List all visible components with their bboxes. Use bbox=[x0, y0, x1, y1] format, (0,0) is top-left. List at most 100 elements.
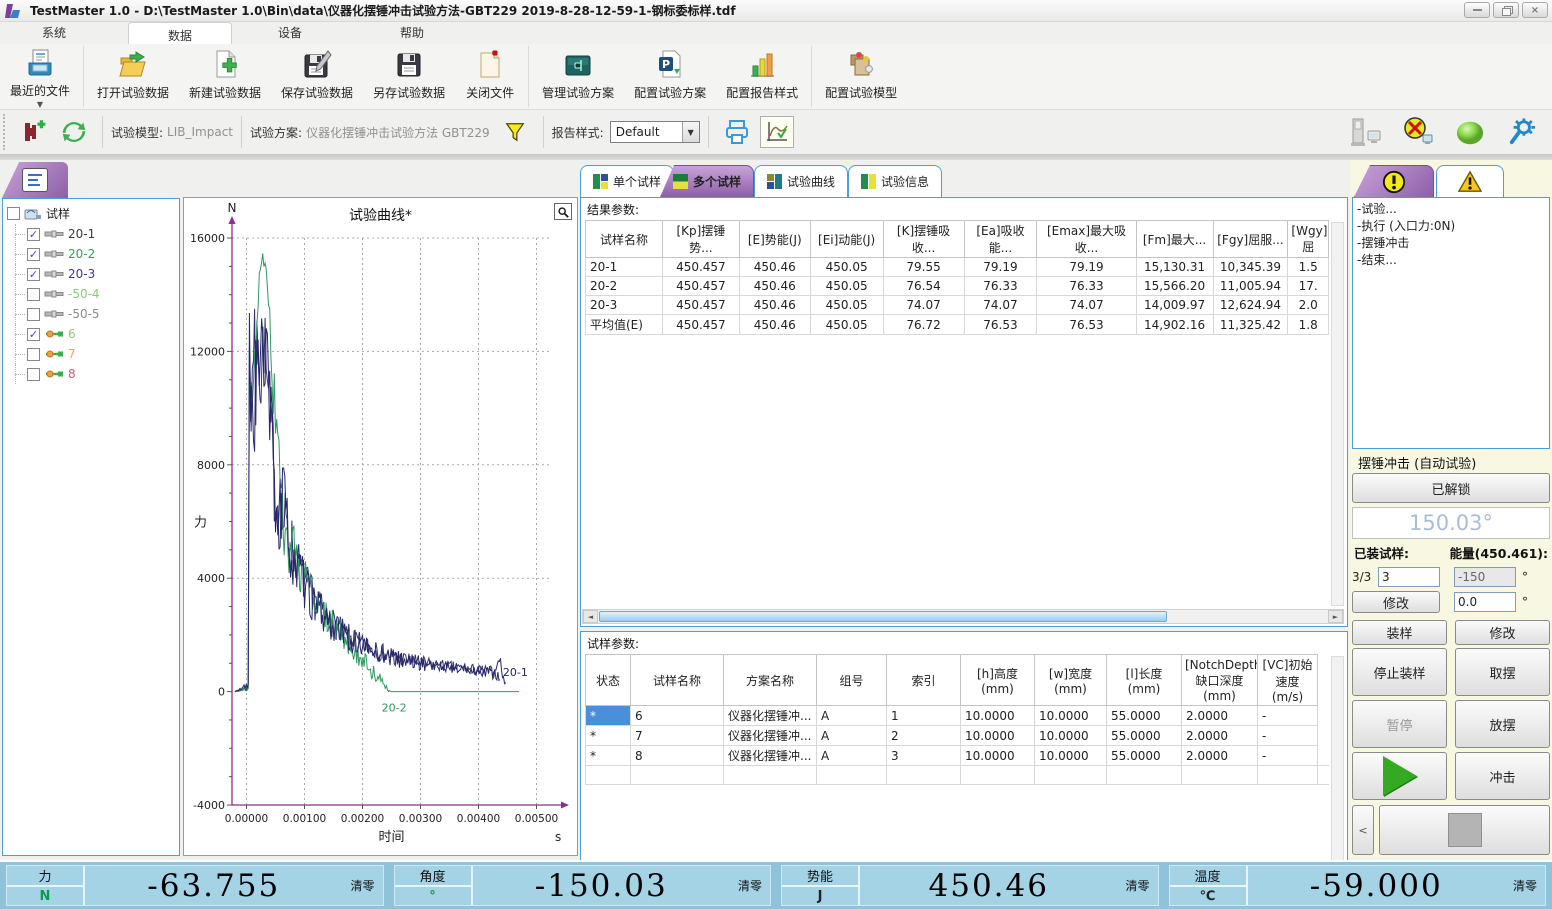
table-cell[interactable]: 76.33 bbox=[964, 277, 1037, 296]
table-cell[interactable]: 2.0 bbox=[1288, 296, 1329, 315]
menu-item-1[interactable]: 系统 bbox=[28, 21, 80, 44]
table-cell[interactable]: 450.46 bbox=[739, 296, 810, 315]
scroll-left-icon[interactable]: ◄ bbox=[583, 610, 598, 623]
column-header[interactable]: [Emax]最大吸收... bbox=[1037, 221, 1136, 258]
tab-messages[interactable] bbox=[1354, 165, 1434, 197]
unlock-button[interactable]: 已解锁 bbox=[1352, 473, 1550, 503]
table-cell[interactable]: 20-1 bbox=[586, 258, 663, 277]
table-cell[interactable]: 450.05 bbox=[810, 296, 883, 315]
angle-input[interactable]: 0.0 bbox=[1454, 592, 1516, 612]
table-cell[interactable]: 79.55 bbox=[883, 258, 964, 277]
column-header[interactable]: 试样名称 bbox=[586, 221, 663, 258]
column-header[interactable]: [Ei]动能(J) bbox=[810, 221, 883, 258]
tree-root[interactable]: 试样 bbox=[5, 203, 177, 224]
chart-tool-button[interactable] bbox=[554, 203, 572, 220]
table-cell[interactable]: 74.07 bbox=[1037, 296, 1136, 315]
clear-button[interactable]: 清零 bbox=[730, 866, 770, 905]
menu-item-4[interactable]: 帮助 bbox=[386, 21, 438, 44]
table-cell[interactable]: 450.46 bbox=[739, 277, 810, 296]
column-header[interactable]: 方案名称 bbox=[724, 655, 817, 706]
curve-settings-icon[interactable] bbox=[760, 116, 794, 148]
tree-item-8[interactable]: 8 bbox=[5, 364, 177, 384]
table-cell[interactable]: - bbox=[1258, 706, 1318, 726]
table-row[interactable]: *7仪器化摆锤冲...A210.000010.000055.00002.0000… bbox=[586, 726, 1330, 746]
table-cell[interactable]: 1.5 bbox=[1288, 258, 1329, 277]
table-cell[interactable]: 仪器化摆锤冲... bbox=[724, 706, 817, 726]
column-header[interactable]: [Fm]最大... bbox=[1136, 221, 1213, 258]
table-cell[interactable]: 10.0000 bbox=[961, 706, 1035, 726]
menu-item-2[interactable]: 数据 bbox=[128, 22, 232, 44]
table-cell[interactable]: 79.19 bbox=[1037, 258, 1136, 277]
table-row[interactable]: *8仪器化摆锤冲...A310.000010.000055.00002.0000… bbox=[586, 746, 1330, 766]
column-header[interactable]: 索引 bbox=[887, 655, 961, 706]
toolbar-button-manage-scheme[interactable]: 管理试验方案 bbox=[532, 44, 624, 109]
table-cell[interactable]: 20-2 bbox=[586, 277, 663, 296]
column-header[interactable]: [Wgy]屈 bbox=[1288, 221, 1329, 258]
column-header[interactable]: [NotchDepth]缺口深度 (mm) bbox=[1182, 655, 1258, 706]
table-cell[interactable]: 74.07 bbox=[964, 296, 1037, 315]
column-header[interactable]: [l]长度(mm) bbox=[1107, 655, 1182, 706]
tree-tab[interactable] bbox=[2, 162, 68, 198]
table-cell[interactable]: - bbox=[1258, 726, 1318, 746]
tree-item-checkbox[interactable]: ✓ bbox=[27, 248, 40, 261]
table-cell[interactable]: 76.53 bbox=[1037, 315, 1136, 335]
table-cell[interactable]: 10.0000 bbox=[1035, 726, 1107, 746]
table-cell[interactable]: 11,325.42 bbox=[1213, 315, 1288, 335]
stop-button[interactable] bbox=[1379, 805, 1550, 855]
settings-search-icon[interactable] bbox=[1505, 116, 1539, 148]
table-cell[interactable]: 仪器化摆锤冲... bbox=[724, 726, 817, 746]
toolbar-button-save-as-data[interactable]: 另存试验数据 bbox=[363, 44, 455, 109]
table-cell[interactable]: 10.0000 bbox=[1035, 746, 1107, 766]
table-cell[interactable]: 450.457 bbox=[662, 296, 739, 315]
tree-item-checkbox[interactable] bbox=[27, 368, 40, 381]
tab-4[interactable]: 试验信息 bbox=[848, 165, 942, 197]
add-specimen-icon[interactable] bbox=[17, 116, 51, 148]
table-cell[interactable]: 74.07 bbox=[883, 296, 964, 315]
table-cell[interactable]: 10.0000 bbox=[961, 746, 1035, 766]
table-cell[interactable]: 17. bbox=[1288, 277, 1329, 296]
toolbar-button-close-file[interactable]: 关闭文件 bbox=[455, 44, 525, 109]
table-cell[interactable]: 14,009.97 bbox=[1136, 296, 1213, 315]
table-cell[interactable]: 1 bbox=[887, 706, 961, 726]
table-cell[interactable]: A bbox=[817, 746, 887, 766]
column-header[interactable]: 组号 bbox=[817, 655, 887, 706]
table-cell[interactable]: A bbox=[817, 706, 887, 726]
clear-button[interactable]: 清零 bbox=[343, 866, 383, 905]
table-cell[interactable]: 6 bbox=[631, 706, 724, 726]
tree-item-checkbox[interactable]: ✓ bbox=[27, 228, 40, 241]
ready-indicator-icon[interactable] bbox=[1453, 116, 1487, 148]
table-cell[interactable]: 仪器化摆锤冲... bbox=[724, 746, 817, 766]
clear-button[interactable]: 清零 bbox=[1118, 866, 1158, 905]
tree-item-6[interactable]: ✓6 bbox=[5, 324, 177, 344]
column-header[interactable]: [Ea]吸收能... bbox=[964, 221, 1037, 258]
table-cell[interactable]: 450.46 bbox=[739, 258, 810, 277]
column-header[interactable]: [K]摆锤吸收... bbox=[883, 221, 964, 258]
tree-item-20-3[interactable]: ✓20-3 bbox=[5, 264, 177, 284]
table-cell[interactable]: 450.457 bbox=[662, 258, 739, 277]
clear-button[interactable]: 清零 bbox=[1505, 866, 1545, 905]
table-cell[interactable]: 平均值(E) bbox=[586, 315, 663, 335]
scroll-right-icon[interactable]: ► bbox=[1328, 610, 1343, 623]
column-header[interactable]: [VC]初始速度(m/s) bbox=[1258, 655, 1318, 706]
results-vertical-scrollbar[interactable] bbox=[1331, 222, 1344, 606]
toolbar-button-recent-files[interactable]: 最近的文件▼ bbox=[0, 44, 80, 109]
menu-item-3[interactable]: 设备 bbox=[264, 21, 316, 44]
table-cell[interactable]: 2.0000 bbox=[1182, 746, 1258, 766]
minimize-button[interactable] bbox=[1464, 2, 1490, 18]
action-button-修改[interactable]: 修改 bbox=[1455, 620, 1550, 645]
tree-root-checkbox[interactable] bbox=[7, 207, 20, 220]
toolbar-button-open-data[interactable]: 打开试验数据 bbox=[87, 44, 179, 109]
print-preview-icon[interactable] bbox=[720, 116, 754, 148]
action-button-取摆[interactable]: 取摆 bbox=[1455, 648, 1550, 696]
tree-item--50-5[interactable]: -50-5 bbox=[5, 304, 177, 324]
offline-indicator-icon[interactable] bbox=[1401, 116, 1435, 148]
tree-item-20-2[interactable]: ✓20-2 bbox=[5, 244, 177, 264]
tree-item-7[interactable]: 7 bbox=[5, 344, 177, 364]
column-header[interactable]: [Fgy]屈服... bbox=[1213, 221, 1288, 258]
table-cell[interactable]: 2.0000 bbox=[1182, 726, 1258, 746]
table-cell[interactable]: 7 bbox=[631, 726, 724, 746]
start-button[interactable] bbox=[1352, 752, 1447, 800]
action-button-暂停[interactable]: 暂停 bbox=[1352, 700, 1447, 748]
table-cell[interactable]: 10.0000 bbox=[961, 726, 1035, 746]
table-cell[interactable]: * bbox=[586, 726, 631, 746]
